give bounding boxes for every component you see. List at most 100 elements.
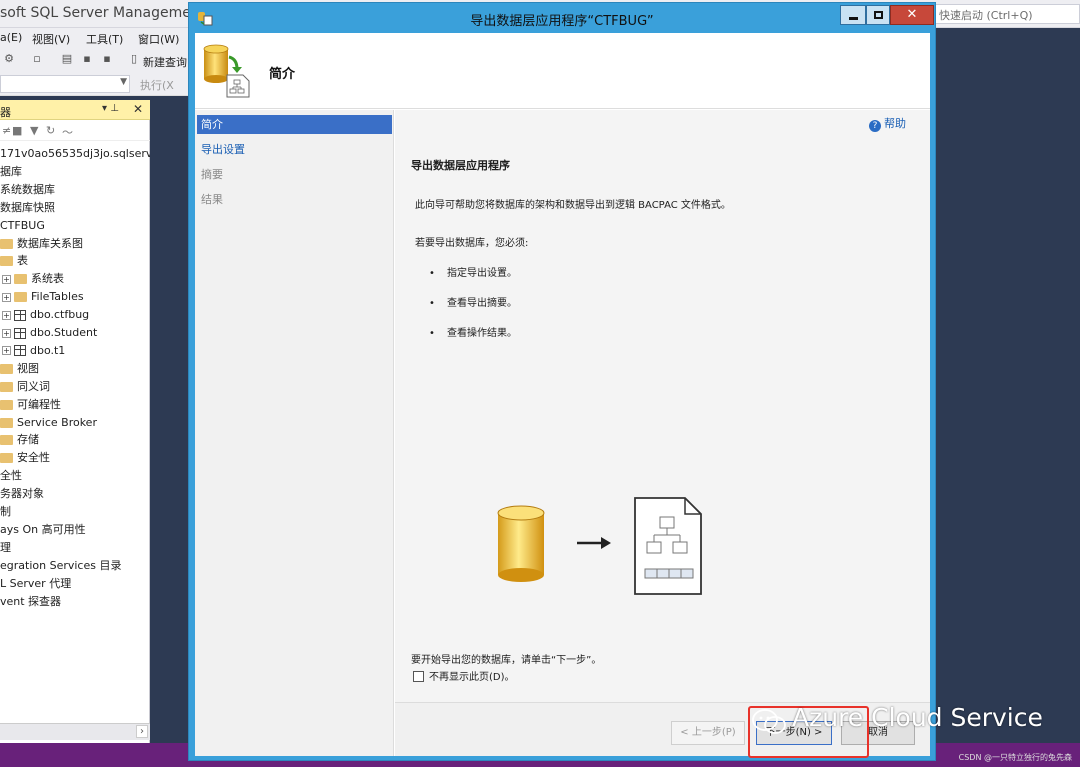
wizard-content: ? 帮助 导出数据层应用程序 此向导可帮助您将数据库的架构和数据导出到逻辑 BAC… [395, 110, 930, 702]
close-button[interactable]: ✕ [890, 5, 934, 25]
tree-node[interactable]: Service Broker [0, 414, 97, 432]
tree-node-label: 可编程性 [17, 397, 61, 411]
tree-node[interactable]: ays On 高可用性 [0, 521, 86, 539]
execute-button[interactable]: 执行(X [140, 77, 174, 93]
folder-icon [0, 363, 13, 374]
menu-edit[interactable]: a(E) [0, 31, 22, 44]
arrow-right-icon [577, 537, 611, 549]
tree-node[interactable]: 同义词 [0, 378, 50, 396]
disconnect-icon[interactable]: ≠ [2, 124, 11, 137]
tree-node[interactable]: 全性 [0, 467, 22, 485]
tree-node[interactable]: 数据库快照 [0, 199, 55, 217]
filter-icon[interactable]: ▼ [30, 124, 38, 137]
tree-node[interactable]: 存储 [0, 431, 39, 449]
folder-icon [14, 292, 27, 303]
tree-node-label: ays On 高可用性 [0, 522, 86, 536]
tree-node[interactable]: vent 探查器 [0, 593, 61, 611]
maximize-button[interactable] [866, 5, 890, 25]
tree-node[interactable]: 表 [0, 252, 28, 270]
new-item-icon[interactable]: ▫ [30, 52, 44, 66]
list-item-text: 指定导出设置。 [447, 268, 517, 279]
expand-icon[interactable]: + [2, 274, 11, 284]
nav-step-intro[interactable]: 简介 [197, 115, 392, 134]
folder-icon [0, 238, 13, 249]
tree-node-label: Service Broker [17, 415, 97, 429]
tree-node-label: 数据库关系图 [17, 236, 83, 250]
quick-launch-input[interactable]: 快速启动 (Ctrl+Q) [934, 4, 1080, 24]
tree-node[interactable]: 制 [0, 503, 11, 521]
tree-node-label: egration Services 目录 [0, 558, 122, 572]
maximize-icon [874, 11, 883, 19]
nav-step-results: 结果 [201, 193, 223, 206]
refresh-icon[interactable]: ↻ [46, 124, 55, 137]
tree-node[interactable]: 系统数据库 [0, 181, 55, 199]
new-query-icon[interactable]: ▯ [127, 52, 141, 66]
tree-node[interactable]: + dbo.ctfbug [2, 306, 89, 324]
horizontal-scrollbar[interactable]: › [0, 723, 150, 740]
tree-node[interactable]: egration Services 目录 [0, 557, 121, 575]
tree-node[interactable]: 数据库关系图 [0, 235, 83, 253]
tree-node[interactable]: + dbo.t1 [2, 342, 65, 360]
stop-icon[interactable]: ■ [12, 124, 22, 137]
tree-node[interactable]: 171v0ao56535dj3jo.sqlserver [0, 145, 150, 163]
folder-icon [14, 274, 27, 285]
help-icon: ? [869, 120, 881, 132]
menu-window[interactable]: 窗口(W) [138, 31, 179, 47]
list-item: • 查看导出摘要。 [429, 298, 517, 309]
close-icon[interactable]: ✕ [133, 102, 143, 116]
tree-node[interactable]: CTFBUG [0, 216, 45, 235]
wechat-logo-icon [752, 709, 786, 734]
tree-node[interactable]: 可编程性 [0, 396, 61, 414]
list-item-text: 查看操作结果。 [447, 328, 517, 339]
tree-node-label: 存储 [17, 433, 39, 447]
minimize-button[interactable] [840, 5, 866, 25]
folder-icon [0, 381, 13, 392]
tree-node[interactable]: 视图 [0, 360, 39, 378]
open-file-icon[interactable]: ▤ [60, 52, 74, 66]
tree-node-label: dbo.Student [30, 326, 98, 339]
expand-icon[interactable]: + [2, 328, 11, 338]
dont-show-again-checkbox[interactable]: 不再显示此页(D)。 [413, 671, 515, 687]
tree-node[interactable]: 理 [0, 539, 11, 557]
object-explorer-panel: 器 ▾ ⊥ ✕ ≠ ■ ▼ ↻ 〜 171v0ao56535dj3jo.sqls… [0, 100, 150, 743]
ssms-query-toolbar: ▼ 执行(X [0, 72, 190, 96]
nav-step-export-settings[interactable]: 导出设置 [197, 140, 392, 159]
menu-view[interactable]: 视图(V) [32, 31, 70, 47]
tree-node-label: 171v0ao56535dj3jo.sqlserver [0, 147, 150, 160]
chevron-down-icon: ▼ [120, 77, 127, 87]
save-all-icon[interactable]: ▪ [100, 52, 114, 66]
tree-node[interactable]: + 系统表 [2, 270, 64, 288]
table-icon [14, 327, 26, 339]
tree-node[interactable]: 安全性 [0, 449, 50, 467]
connect-icon[interactable]: ⚙ [2, 52, 16, 66]
database-selector[interactable]: ▼ [0, 75, 130, 93]
checkbox-box[interactable] [413, 671, 424, 682]
tree-node-label: 务器对象 [0, 487, 44, 501]
tree-node[interactable]: + dbo.Student [2, 324, 97, 342]
tree-node-label: 表 [17, 254, 28, 268]
new-query-button[interactable]: 新建查询 [143, 54, 187, 70]
activity-icon[interactable]: 〜 [62, 124, 73, 140]
folder-icon [0, 435, 13, 446]
tree-node-label: 制 [0, 505, 11, 518]
dialog-title-bar: 导出数据层应用程序“CTFBUG” ✕ [189, 3, 935, 33]
scroll-right-icon[interactable]: › [136, 725, 148, 738]
database-icon [497, 505, 545, 582]
menu-tools[interactable]: 工具(T) [86, 31, 123, 47]
tree-node-label: 安全性 [17, 451, 50, 465]
table-icon [14, 345, 26, 357]
tree-node[interactable]: 据库 [0, 163, 22, 181]
tree-node[interactable]: + FileTables [2, 288, 84, 306]
expand-icon[interactable]: + [2, 292, 11, 302]
tree-node[interactable]: L Server 代理 [0, 575, 71, 593]
tree-node-label: vent 探查器 [0, 594, 62, 608]
help-link[interactable]: ? 帮助 [869, 115, 906, 132]
tree-node[interactable]: 务器对象 [0, 485, 44, 503]
tree-node-label: 理 [0, 540, 11, 554]
expand-icon[interactable]: + [2, 310, 11, 320]
csdn-credit: CSDN @一只特立独行的兔先森 [958, 753, 1072, 762]
expand-icon[interactable]: + [2, 346, 11, 356]
folder-icon [0, 453, 13, 464]
save-icon[interactable]: ▪ [80, 52, 94, 66]
pin-icon[interactable]: ▾ ⊥ [102, 103, 119, 114]
